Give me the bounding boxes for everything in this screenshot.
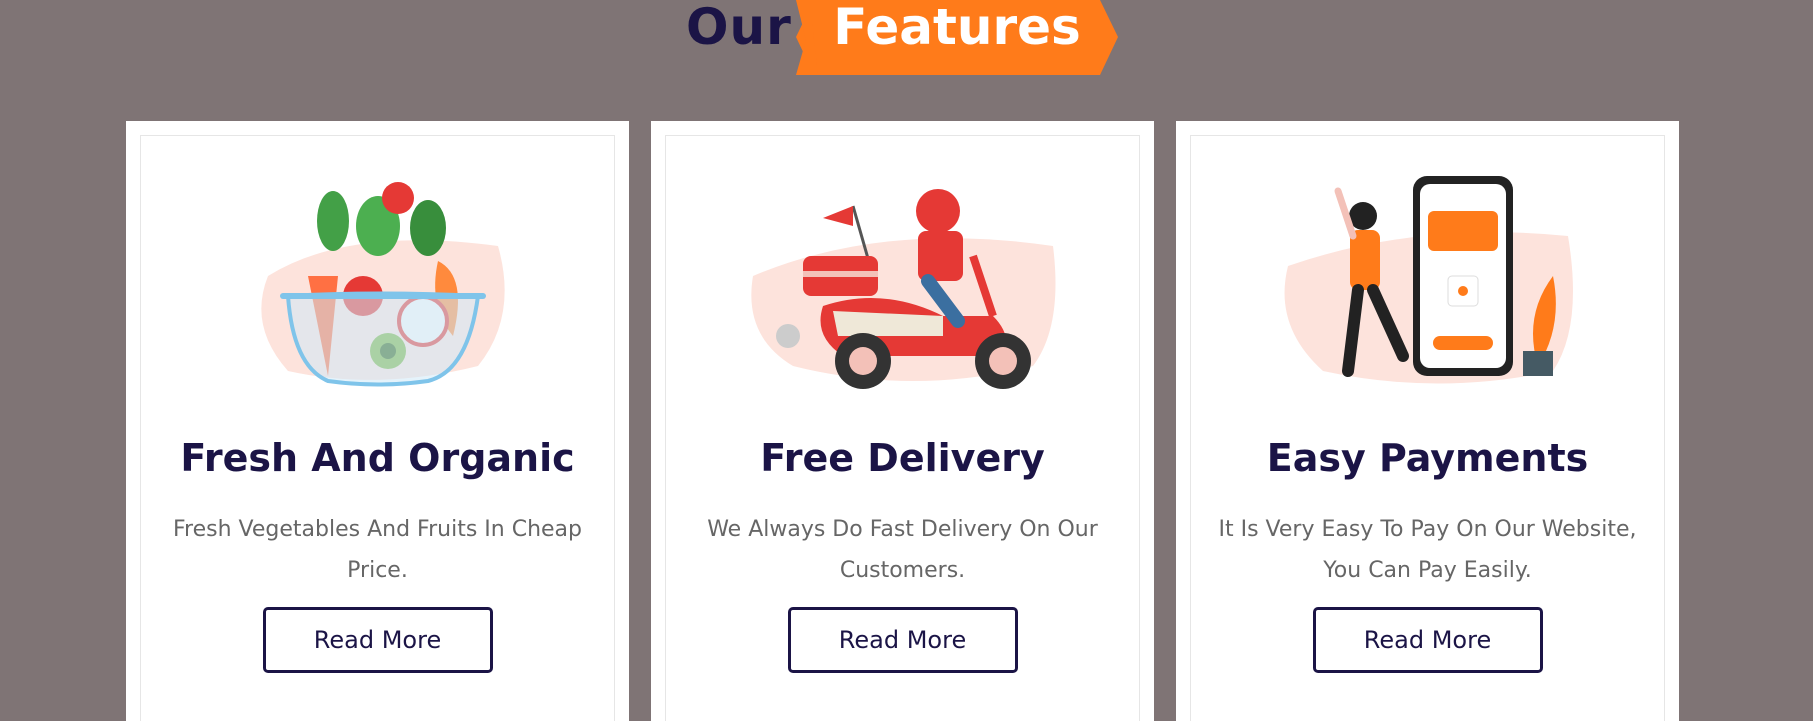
feature-description: It Is Very Easy To Pay On Our Website, Y… (1211, 509, 1644, 591)
feature-description: We Always Do Fast Delivery On Our Custom… (686, 509, 1119, 591)
mobile-payment-illustration (1191, 166, 1664, 406)
feature-description-line: Price. (347, 558, 408, 583)
feature-title: Fresh And Organic (180, 436, 575, 480)
feature-title: Free Delivery (760, 436, 1045, 480)
card-inner: Easy Payments It Is Very Easy To Pay On … (1190, 135, 1665, 721)
feature-card-payments: Easy Payments It Is Very Easy To Pay On … (1176, 121, 1679, 721)
heading-prefix: Our (686, 0, 792, 56)
vegetable-bowl-illustration (141, 166, 614, 406)
feature-description-line: Customers. (839, 558, 966, 583)
heading-ribbon: Features (796, 0, 1118, 75)
card-inner: Fresh And Organic Fresh Vegetables And F… (140, 135, 615, 721)
read-more-button[interactable]: Read More (262, 607, 493, 673)
read-more-button[interactable]: Read More (1312, 607, 1543, 673)
read-more-button[interactable]: Read More (787, 607, 1018, 673)
feature-description: Fresh Vegetables And Fruits In Cheap Pri… (161, 509, 594, 591)
feature-description-line: It Is Very Easy To Pay On Our Website, (1218, 517, 1637, 542)
delivery-scooter-illustration (666, 166, 1139, 406)
section-heading: Our Features (0, 0, 1813, 80)
feature-card-fresh: Fresh And Organic Fresh Vegetables And F… (126, 121, 629, 721)
heading-highlight: Features (833, 0, 1081, 56)
feature-description-line: You Can Pay Easily. (1323, 558, 1532, 583)
card-inner: Free Delivery We Always Do Fast Delivery… (665, 135, 1140, 721)
feature-description-line: Fresh Vegetables And Fruits In Cheap (173, 517, 582, 542)
feature-card-delivery: Free Delivery We Always Do Fast Delivery… (651, 121, 1154, 721)
feature-description-line: We Always Do Fast Delivery On Our (707, 517, 1098, 542)
feature-title: Easy Payments (1266, 436, 1589, 480)
